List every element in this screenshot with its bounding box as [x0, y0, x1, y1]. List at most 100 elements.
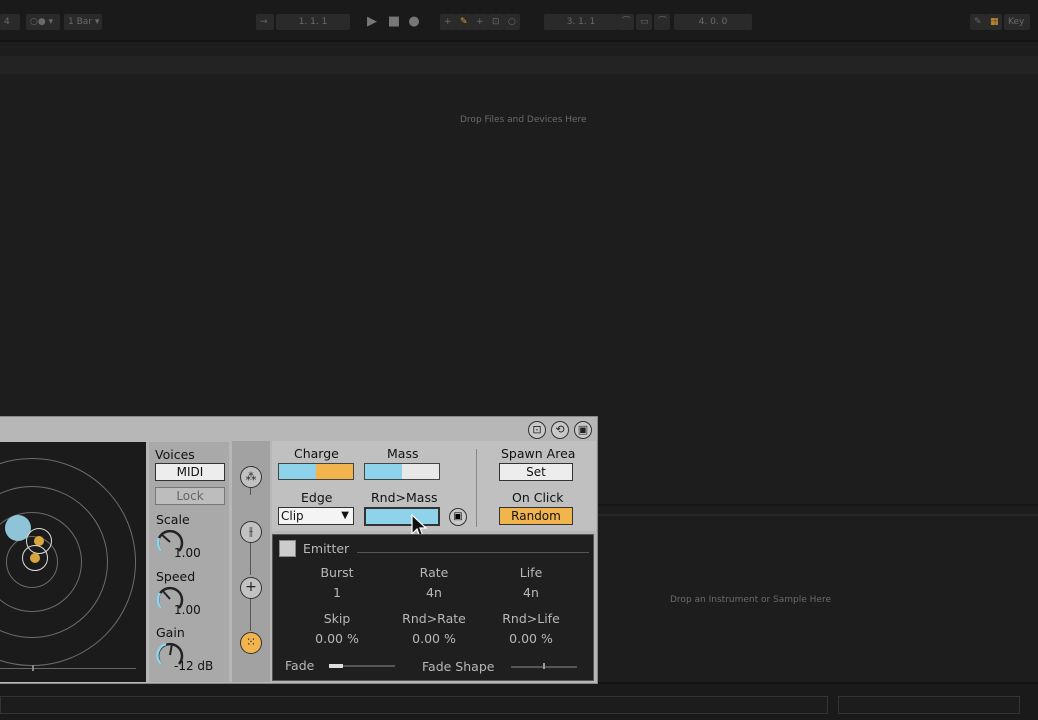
mass-label: Mass	[387, 446, 419, 461]
fade-label: Fade	[285, 658, 315, 673]
drop-files-hint: Drop Files and Devices Here	[460, 115, 587, 125]
rate-label: Rate	[419, 565, 449, 580]
scale-value: 1.00	[174, 546, 201, 560]
fade-shape-handle[interactable]	[543, 663, 545, 669]
edge-label: Edge	[301, 490, 333, 505]
mixer-page-icon[interactable]: ⫲	[240, 521, 262, 543]
automation-arm-icon[interactable]: ✎	[456, 14, 472, 30]
loop-length-value: 4. 0. 0	[698, 17, 728, 27]
add-page-icon[interactable]: +	[240, 577, 262, 599]
charge-fill-right	[316, 464, 353, 479]
mass-slider[interactable]	[364, 463, 440, 480]
mass-fill	[365, 464, 402, 479]
meter-field[interactable]: 4	[0, 14, 20, 30]
drop-instrument-hint: Drop an Instrument or Sample Here	[670, 595, 831, 605]
charge-slider[interactable]	[278, 463, 354, 480]
life-label: Life	[519, 565, 543, 580]
save-icon[interactable]: ▣	[449, 508, 467, 526]
visualizer-slider[interactable]	[0, 668, 136, 669]
draw-mode-icon[interactable]: ✎	[970, 14, 986, 30]
life-value[interactable]: 4n	[491, 585, 571, 600]
rate-value[interactable]: 4n	[394, 585, 474, 600]
emitter-title-rule	[357, 552, 589, 553]
skip-value[interactable]: 0.00 %	[297, 631, 377, 646]
arrangement-header	[0, 56, 1038, 74]
transport-bar: 4 ○● ▾ 1 Bar ▾ → 1. 1. 1 ▶ ■ ● + ✎ + ⊡ ○…	[0, 0, 1038, 42]
quantize-value: 1 Bar	[68, 17, 92, 27]
capture-icon[interactable]: ⊡	[488, 14, 504, 30]
splitter-line[interactable]	[598, 504, 1038, 506]
song-position-value: 1. 1. 1	[298, 17, 328, 27]
charge-fill-left	[279, 464, 316, 479]
physics-panel: Charge Mass Edge Clip ▼ Rnd>Mass ▣ Spawn…	[272, 441, 596, 531]
skip-label: Skip	[323, 611, 351, 626]
key-map-button[interactable]: Key	[1004, 14, 1030, 30]
play-icon[interactable]: ▶	[364, 13, 380, 31]
burst-label: Burst	[320, 565, 354, 580]
panel-divider	[476, 449, 477, 527]
gain-value: -12 dB	[174, 659, 214, 673]
voices-label: Voices	[155, 447, 195, 462]
device-hot-swap-icon[interactable]: ⟲	[551, 421, 569, 439]
overdub-icon[interactable]: +	[440, 14, 456, 30]
loop-switch-icon[interactable]: ▭	[636, 14, 652, 30]
speed-value: 1.00	[174, 603, 201, 617]
loop-icon[interactable]: ○	[504, 14, 520, 30]
meter-value: 4	[4, 17, 10, 27]
rnd-mass-slider[interactable]	[364, 507, 440, 526]
quantize-dropdown[interactable]: 1 Bar ▾	[64, 14, 102, 30]
nav-connector	[250, 543, 251, 575]
emitter-title: Emitter	[303, 541, 350, 556]
on-click-label: On Click	[512, 490, 564, 505]
fade-shape-label: Fade Shape	[422, 659, 495, 674]
fade-slider-fill	[329, 664, 343, 668]
particle-orange-lower	[30, 553, 40, 563]
emitter-page-icon[interactable]: ⁙	[240, 632, 262, 654]
keyboard-map-icon[interactable]: ▦	[986, 14, 1002, 30]
live-window: 4 ○● ▾ 1 Bar ▾ → 1. 1. 1 ▶ ■ ● + ✎ + ⊡ ○…	[0, 0, 1038, 720]
loop-start-value: 3. 1. 1	[566, 17, 596, 27]
charge-label: Charge	[294, 446, 339, 461]
chevron-down-icon: ▼	[341, 510, 349, 521]
status-selection-field	[838, 696, 1020, 714]
page-nav: ⁂ ⫲ + ⁙	[232, 441, 270, 682]
punch-out-icon[interactable]: ⌒	[654, 14, 670, 30]
rnd-mass-label: Rnd>Mass	[371, 490, 438, 505]
punch-in-icon[interactable]: ⌒	[618, 14, 634, 30]
device-save-icon[interactable]: ▣	[574, 421, 592, 439]
follow-icon[interactable]: →	[256, 14, 274, 30]
rnd-rate-value[interactable]: 0.00 %	[389, 631, 479, 646]
burst-value[interactable]: 1	[297, 585, 377, 600]
spawn-area-label: Spawn Area	[501, 446, 576, 461]
edge-dropdown[interactable]: Clip ▼	[278, 507, 354, 525]
particle-display[interactable]	[0, 442, 146, 682]
song-position-field[interactable]: 1. 1. 1	[276, 14, 350, 30]
key-map-label: Key	[1008, 17, 1025, 27]
speed-label: Speed	[156, 569, 196, 584]
rnd-life-label: Rnd>Life	[502, 611, 560, 626]
detail-view-top	[598, 514, 1038, 516]
nav-connector	[250, 599, 251, 631]
device-map-icon[interactable]: ⊡	[528, 421, 546, 439]
scale-label: Scale	[156, 512, 190, 527]
stop-icon[interactable]: ■	[386, 13, 402, 31]
edge-value: Clip	[281, 509, 304, 523]
visualizer-slider-handle[interactable]	[32, 665, 34, 671]
rnd-rate-label: Rnd>Rate	[402, 611, 466, 626]
spawn-set-button[interactable]: Set	[499, 463, 573, 481]
rnd-life-value[interactable]: 0.00 %	[486, 631, 576, 646]
add-icon[interactable]: +	[472, 14, 488, 30]
status-text-field	[0, 696, 828, 714]
midi-button[interactable]: MIDI	[155, 463, 225, 481]
record-icon[interactable]: ●	[406, 13, 422, 31]
loop-start-field[interactable]: 3. 1. 1	[544, 14, 618, 30]
emitter-panel: Emitter Burst 1 Rate 4n Life 4n Skip 0.0…	[272, 534, 594, 681]
voices-panel: Voices MIDI Lock Scale 1.00 Speed 1.00 G…	[149, 442, 229, 682]
lock-button[interactable]: Lock	[155, 487, 225, 505]
loop-length-field[interactable]: 4. 0. 0	[674, 14, 752, 30]
particles-page-icon[interactable]: ⁂	[240, 466, 262, 488]
emitter-toggle[interactable]	[279, 540, 296, 557]
record-mode-dropdown[interactable]: ○● ▾	[26, 14, 60, 30]
gain-label: Gain	[156, 625, 185, 640]
random-button[interactable]: Random	[499, 507, 573, 525]
